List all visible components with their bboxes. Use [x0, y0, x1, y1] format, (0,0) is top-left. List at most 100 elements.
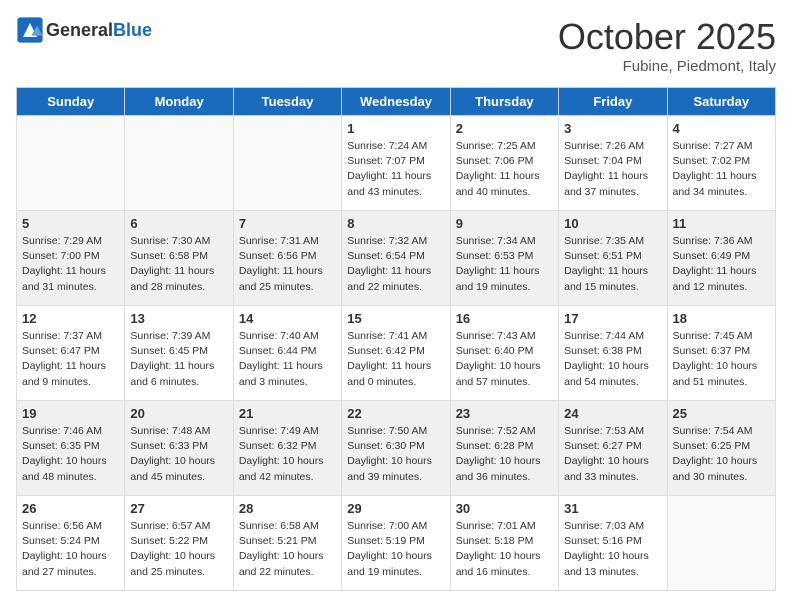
- calendar-cell: 22Sunrise: 7:50 AM Sunset: 6:30 PM Dayli…: [342, 401, 450, 496]
- logo-blue: Blue: [113, 20, 152, 40]
- weekday-header-sunday: Sunday: [17, 88, 125, 116]
- calendar-cell: 8Sunrise: 7:32 AM Sunset: 6:54 PM Daylig…: [342, 211, 450, 306]
- calendar-cell: 3 Sunrise: 7:26 AM Sunset: 7:04 PM Daylig…: [559, 116, 667, 211]
- cell-info: Sunrise: 7:52 AM Sunset: 6:28 PM Dayligh…: [456, 424, 553, 485]
- logo-icon: [16, 16, 44, 44]
- weekday-header-friday: Friday: [559, 88, 667, 116]
- cell-info: Sunrise: 7:01 AM Sunset: 5:18 PM Dayligh…: [456, 519, 553, 580]
- cell-info: Sunrise: 7:27 AM Sunset: 7:02 PM Dayligh…: [673, 139, 770, 200]
- date-number: 14: [239, 311, 336, 326]
- cell-info: Sunrise: 7:31 AM Sunset: 6:56 PM Dayligh…: [239, 234, 336, 295]
- calendar-cell: 28 Sunrise: 6:58 AM Sunset: 5:21 PM Dayli…: [233, 496, 341, 591]
- calendar-cell: 17 Sunrise: 7:44 AM Sunset: 6:38 PM Dayli…: [559, 306, 667, 401]
- calendar-cell: 9 Sunrise: 7:34 AM Sunset: 6:53 PM Daylig…: [450, 211, 558, 306]
- cell-info: Sunrise: 7:45 AM Sunset: 6:37 PM Dayligh…: [673, 329, 770, 390]
- cell-info: Sunrise: 7:41 AM Sunset: 6:42 PM Dayligh…: [347, 329, 444, 390]
- date-number: 15: [347, 311, 444, 326]
- calendar-week-5: 26 Sunrise: 6:56 AM Sunset: 5:24 PM Dayli…: [17, 496, 776, 591]
- date-number: 7: [239, 216, 336, 231]
- weekday-header-row: SundayMondayTuesdayWednesdayThursdayFrid…: [17, 88, 776, 116]
- date-number: 21: [239, 406, 336, 421]
- cell-info: Sunrise: 7:32 AM Sunset: 6:54 PM Dayligh…: [347, 234, 444, 295]
- date-number: 26: [22, 501, 119, 516]
- date-number: 17: [564, 311, 661, 326]
- cell-info: Sunrise: 6:56 AM Sunset: 5:24 PM Dayligh…: [22, 519, 119, 580]
- date-number: 29: [347, 501, 444, 516]
- date-number: 19: [22, 406, 119, 421]
- calendar-cell: 21Sunrise: 7:49 AM Sunset: 6:32 PM Dayli…: [233, 401, 341, 496]
- date-number: 2: [456, 121, 553, 136]
- title-block: October 2025 Fubine, Piedmont, Italy: [558, 16, 776, 75]
- calendar-cell: 18Sunrise: 7:45 AM Sunset: 6:37 PM Dayli…: [667, 306, 775, 401]
- calendar-cell: 16 Sunrise: 7:43 AM Sunset: 6:40 PM Dayli…: [450, 306, 558, 401]
- cell-info: Sunrise: 6:58 AM Sunset: 5:21 PM Dayligh…: [239, 519, 336, 580]
- cell-info: Sunrise: 7:35 AM Sunset: 6:51 PM Dayligh…: [564, 234, 661, 295]
- weekday-header-wednesday: Wednesday: [342, 88, 450, 116]
- cell-info: Sunrise: 6:57 AM Sunset: 5:22 PM Dayligh…: [130, 519, 227, 580]
- date-number: 31: [564, 501, 661, 516]
- calendar-week-2: 5Sunrise: 7:29 AM Sunset: 7:00 PM Daylig…: [17, 211, 776, 306]
- date-number: 27: [130, 501, 227, 516]
- calendar-cell: 13Sunrise: 7:39 AM Sunset: 6:45 PM Dayli…: [125, 306, 233, 401]
- cell-info: Sunrise: 7:30 AM Sunset: 6:58 PM Dayligh…: [130, 234, 227, 295]
- date-number: 23: [456, 406, 553, 421]
- cell-info: Sunrise: 7:40 AM Sunset: 6:44 PM Dayligh…: [239, 329, 336, 390]
- calendar-cell: 2 Sunrise: 7:25 AM Sunset: 7:06 PM Daylig…: [450, 116, 558, 211]
- calendar-cell: 26 Sunrise: 6:56 AM Sunset: 5:24 PM Dayli…: [17, 496, 125, 591]
- cell-info: Sunrise: 7:34 AM Sunset: 6:53 PM Dayligh…: [456, 234, 553, 295]
- calendar-cell: 23 Sunrise: 7:52 AM Sunset: 6:28 PM Dayli…: [450, 401, 558, 496]
- calendar-cell: 15 Sunrise: 7:41 AM Sunset: 6:42 PM Dayli…: [342, 306, 450, 401]
- cell-info: Sunrise: 7:36 AM Sunset: 6:49 PM Dayligh…: [673, 234, 770, 295]
- calendar-cell: 6 Sunrise: 7:30 AM Sunset: 6:58 PM Daylig…: [125, 211, 233, 306]
- calendar-cell: [17, 116, 125, 211]
- date-number: 22: [347, 406, 444, 421]
- date-number: 5: [22, 216, 119, 231]
- calendar-week-1: 1Sunrise: 7:24 AM Sunset: 7:07 PM Daylig…: [17, 116, 776, 211]
- date-number: 16: [456, 311, 553, 326]
- calendar-body: 1Sunrise: 7:24 AM Sunset: 7:07 PM Daylig…: [17, 116, 776, 591]
- calendar-cell: [667, 496, 775, 591]
- date-number: 25: [673, 406, 770, 421]
- calendar-cell: 19Sunrise: 7:46 AM Sunset: 6:35 PM Dayli…: [17, 401, 125, 496]
- weekday-header-thursday: Thursday: [450, 88, 558, 116]
- cell-info: Sunrise: 7:39 AM Sunset: 6:45 PM Dayligh…: [130, 329, 227, 390]
- date-number: 28: [239, 501, 336, 516]
- calendar-cell: 20Sunrise: 7:48 AM Sunset: 6:33 PM Dayli…: [125, 401, 233, 496]
- date-number: 24: [564, 406, 661, 421]
- date-number: 12: [22, 311, 119, 326]
- cell-info: Sunrise: 7:00 AM Sunset: 5:19 PM Dayligh…: [347, 519, 444, 580]
- calendar-cell: 25Sunrise: 7:54 AM Sunset: 6:25 PM Dayli…: [667, 401, 775, 496]
- cell-info: Sunrise: 7:53 AM Sunset: 6:27 PM Dayligh…: [564, 424, 661, 485]
- weekday-header-saturday: Saturday: [667, 88, 775, 116]
- date-number: 10: [564, 216, 661, 231]
- calendar-cell: [125, 116, 233, 211]
- date-number: 20: [130, 406, 227, 421]
- date-number: 3: [564, 121, 661, 136]
- calendar-cell: 29 Sunrise: 7:00 AM Sunset: 5:19 PM Dayli…: [342, 496, 450, 591]
- weekday-header-monday: Monday: [125, 88, 233, 116]
- month-title: October 2025: [558, 16, 776, 58]
- date-number: 9: [456, 216, 553, 231]
- cell-info: Sunrise: 7:37 AM Sunset: 6:47 PM Dayligh…: [22, 329, 119, 390]
- cell-info: Sunrise: 7:03 AM Sunset: 5:16 PM Dayligh…: [564, 519, 661, 580]
- page-header: GeneralBlue October 2025 Fubine, Piedmon…: [16, 16, 776, 75]
- cell-info: Sunrise: 7:26 AM Sunset: 7:04 PM Dayligh…: [564, 139, 661, 200]
- logo: GeneralBlue: [16, 16, 152, 44]
- cell-info: Sunrise: 7:44 AM Sunset: 6:38 PM Dayligh…: [564, 329, 661, 390]
- calendar-table: SundayMondayTuesdayWednesdayThursdayFrid…: [16, 87, 776, 591]
- calendar-cell: 14 Sunrise: 7:40 AM Sunset: 6:44 PM Dayli…: [233, 306, 341, 401]
- date-number: 1: [347, 121, 444, 136]
- calendar-cell: 10 Sunrise: 7:35 AM Sunset: 6:51 PM Dayli…: [559, 211, 667, 306]
- calendar-cell: 24 Sunrise: 7:53 AM Sunset: 6:27 PM Dayli…: [559, 401, 667, 496]
- calendar-cell: 1Sunrise: 7:24 AM Sunset: 7:07 PM Daylig…: [342, 116, 450, 211]
- cell-info: Sunrise: 7:43 AM Sunset: 6:40 PM Dayligh…: [456, 329, 553, 390]
- calendar-cell: 31 Sunrise: 7:03 AM Sunset: 5:16 PM Dayli…: [559, 496, 667, 591]
- calendar-cell: [233, 116, 341, 211]
- date-number: 6: [130, 216, 227, 231]
- calendar-week-4: 19Sunrise: 7:46 AM Sunset: 6:35 PM Dayli…: [17, 401, 776, 496]
- cell-info: Sunrise: 7:25 AM Sunset: 7:06 PM Dayligh…: [456, 139, 553, 200]
- calendar-cell: 7 Sunrise: 7:31 AM Sunset: 6:56 PM Daylig…: [233, 211, 341, 306]
- logo-general: General: [46, 20, 113, 40]
- calendar-cell: 12 Sunrise: 7:37 AM Sunset: 6:47 PM Dayli…: [17, 306, 125, 401]
- calendar-cell: 11Sunrise: 7:36 AM Sunset: 6:49 PM Dayli…: [667, 211, 775, 306]
